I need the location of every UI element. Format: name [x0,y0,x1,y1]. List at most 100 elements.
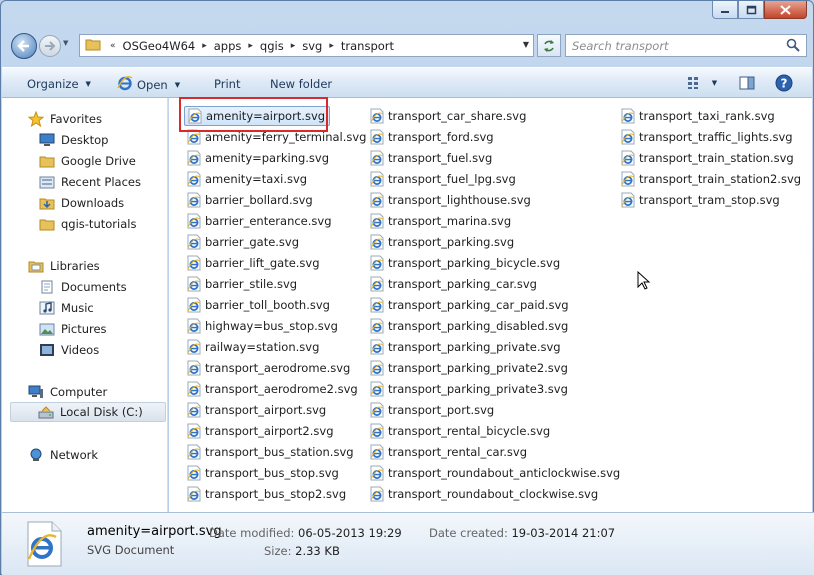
recent-pages-dropdown[interactable]: ▼ [63,39,73,53]
refresh-button[interactable] [537,34,561,57]
breadcrumb-separator[interactable]: ▸ [202,41,207,51]
breadcrumb-separator[interactable]: ▸ [329,41,334,51]
maximize-button[interactable] [738,1,764,19]
nav-libraries[interactable]: Libraries [28,256,100,276]
file-item[interactable]: transport_bus_stop2.svg [184,484,350,504]
nav-downloads[interactable]: Downloads [39,193,124,213]
file-item[interactable]: barrier_stile.svg [184,274,301,294]
print-button[interactable]: Print [214,77,240,91]
file-item[interactable]: amenity=ferry_terminal.svg [184,127,370,147]
organize-button[interactable]: Organize ▼ [27,77,91,91]
file-item[interactable]: transport_airport.svg [184,400,330,420]
nav-local-disk[interactable]: Local Disk (C:) [10,402,166,422]
svg-file-icon [186,213,202,229]
file-item[interactable]: transport_parking_private2.svg [367,358,572,378]
breadcrumb-item[interactable]: OSGeo4W64 [123,39,196,53]
file-item[interactable]: transport_car_share.svg [367,106,530,126]
file-item[interactable]: transport_aerodrome2.svg [184,379,362,399]
file-item[interactable]: transport_rental_bicycle.svg [367,421,554,441]
file-item[interactable]: transport_parking_car.svg [367,274,541,294]
search-input[interactable] [572,38,782,53]
file-item[interactable]: barrier_gate.svg [184,232,303,252]
file-item[interactable]: barrier_toll_booth.svg [184,295,334,315]
file-item[interactable]: railway=station.svg [184,337,323,357]
address-history-dropdown[interactable]: ▼ [523,40,529,49]
nav-computer[interactable]: Computer [28,382,107,402]
nav-network[interactable]: Network [28,445,98,465]
file-item[interactable]: transport_bus_station.svg [184,442,358,462]
file-item[interactable]: transport_aerodrome.svg [184,358,354,378]
svg-file-icon [186,486,202,502]
nav-desktop[interactable]: Desktop [39,130,108,150]
file-item[interactable]: transport_lighthouse.svg [367,190,535,210]
file-item[interactable]: transport_parking_private.svg [367,337,565,357]
nav-item-label: qgis-tutorials [61,217,137,231]
help-icon: ? [775,74,793,92]
breadcrumb-overflow[interactable]: « [110,41,116,51]
documents-icon [39,279,55,295]
search-icon[interactable] [786,38,800,55]
file-item[interactable]: transport_rental_car.svg [367,442,531,462]
file-item[interactable]: transport_parking_bicycle.svg [367,253,564,273]
file-item[interactable]: transport_train_station.svg [618,148,798,168]
file-item[interactable]: amenity=parking.svg [184,148,333,168]
details-file-type: SVG Document [87,543,175,557]
breadcrumb-item[interactable]: apps [214,39,242,53]
breadcrumb-item[interactable]: transport [341,39,394,53]
nav-videos[interactable]: Videos [39,340,99,360]
navigation-bar: ▼ « OSGeo4W64 ▸ apps ▸ qgis ▸ svg ▸ tran… [9,31,807,61]
preview-pane-button[interactable] [736,73,758,93]
svg-file-icon [369,465,385,481]
file-item[interactable]: transport_parking_car_paid.svg [367,295,573,315]
change-view-button[interactable]: ▼ [683,73,721,93]
file-item[interactable]: transport_port.svg [367,400,498,420]
back-button[interactable] [11,33,37,59]
svg-file-icon [186,318,202,334]
nav-google-drive[interactable]: Google Drive [39,151,136,171]
breadcrumb-item[interactable]: qgis [260,39,284,53]
help-button[interactable]: ? [774,73,794,93]
nav-favorites[interactable]: Favorites [28,109,102,129]
libraries-icon [28,258,44,274]
file-item[interactable]: transport_parking_disabled.svg [367,316,572,336]
file-item[interactable]: transport_taxi_rank.svg [618,106,779,126]
file-item[interactable]: transport_roundabout_anticlockwise.svg [367,463,624,483]
file-item[interactable]: amenity=taxi.svg [184,169,311,189]
file-item[interactable]: transport_parking_private3.svg [367,379,572,399]
file-item[interactable]: transport_parking.svg [367,232,518,252]
file-item[interactable]: barrier_lift_gate.svg [184,253,324,273]
search-box[interactable] [565,34,807,57]
file-item[interactable]: transport_traffic_lights.svg [618,127,797,147]
minimize-button[interactable] [712,1,738,19]
file-item[interactable]: transport_fuel.svg [367,148,496,168]
file-item[interactable]: transport_roundabout_clockwise.svg [367,484,602,504]
open-button[interactable]: Open ▼ [117,75,180,94]
breadcrumb-item[interactable]: svg [302,39,322,53]
file-item[interactable]: transport_marina.svg [367,211,515,231]
file-item[interactable]: barrier_enterance.svg [184,211,336,231]
close-button[interactable] [764,1,807,19]
svg-file-icon [620,150,636,166]
file-item[interactable]: transport_ford.svg [367,127,498,147]
nav-documents[interactable]: Documents [39,277,127,297]
computer-icon [28,384,44,400]
file-item[interactable]: barrier_bollard.svg [184,190,317,210]
nav-pictures[interactable]: Pictures [39,319,107,339]
new-folder-button[interactable]: New folder [270,77,332,91]
details-pane: amenity=airport.svg SVG Document Date mo… [2,512,814,575]
breadcrumb-separator[interactable]: ▸ [248,41,253,51]
nav-qgis-tutorials[interactable]: qgis-tutorials [39,214,136,234]
file-item[interactable]: transport_tram_stop.svg [618,190,784,210]
nav-music[interactable]: Music [39,298,94,318]
file-item[interactable]: transport_fuel_lpg.svg [367,169,520,189]
nav-recent-places[interactable]: Recent Places [39,172,141,192]
file-item[interactable]: transport_airport2.svg [184,421,338,441]
file-item[interactable]: amenity=airport.svg [184,106,331,126]
address-bar[interactable]: « OSGeo4W64 ▸ apps ▸ qgis ▸ svg ▸ transp… [79,34,534,57]
file-item[interactable]: highway=bus_stop.svg [184,316,342,336]
file-name: transport_fuel_lpg.svg [388,172,516,186]
breadcrumb-separator[interactable]: ▸ [291,41,296,51]
forward-button[interactable] [39,35,61,57]
file-item[interactable]: transport_train_station2.svg [618,169,805,189]
file-item[interactable]: transport_bus_stop.svg [184,463,343,483]
